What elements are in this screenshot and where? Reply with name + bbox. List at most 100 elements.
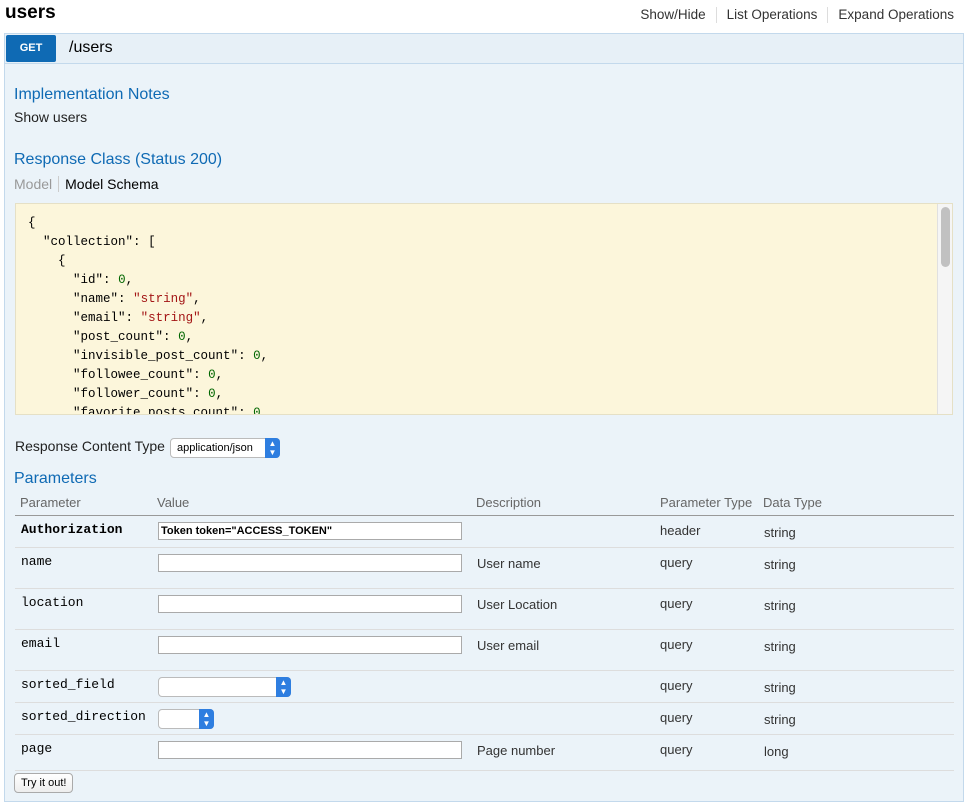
schema-value: 0 — [253, 349, 261, 363]
parameter-row: email User email query string — [15, 630, 954, 671]
schema-key: favorite_posts_count — [80, 406, 231, 415]
parameter-name: name — [21, 554, 53, 569]
parameter-data-type: string — [764, 598, 796, 613]
expand-operations-link[interactable]: Expand Operations — [827, 7, 954, 23]
parameter-description: User name — [477, 556, 541, 571]
parameters-table-header: Parameter Value Description Parameter Ty… — [15, 490, 954, 516]
schema-value: 0 — [118, 273, 126, 287]
parameter-description: User Location — [477, 597, 558, 612]
schema-line: "email": "string", — [73, 311, 209, 325]
parameter-description: Page number — [477, 743, 556, 758]
select-arrows-icon: ▲ ▼ — [199, 709, 214, 729]
parameter-description: User email — [477, 638, 540, 653]
response-class-heading: Response Class (Status 200) — [14, 151, 223, 168]
schema-value: 0 — [208, 368, 216, 382]
schema-line: "favorite_posts_count": 0, — [28, 404, 940, 415]
column-parameter: Parameter — [20, 495, 81, 510]
schema-line: "post_count": 0, — [73, 330, 194, 344]
select-arrows-icon: ▲ ▼ — [265, 438, 280, 458]
operation-header[interactable]: GET /users — [4, 33, 964, 63]
schema-key: followee_count — [80, 368, 186, 382]
schema-value: 0 — [178, 330, 186, 344]
schema-line: "collection": [ — [43, 235, 156, 249]
schema-line: "followee_count": 0, — [73, 368, 224, 382]
parameter-name: sorted_direction — [21, 709, 146, 724]
parameter-name: location — [21, 595, 84, 610]
response-content-type-value: application/json — [177, 442, 253, 454]
parameter-row: Authorization Token token="ACCESS_TOKEN" h… — [15, 516, 954, 548]
parameter-value-input[interactable]: Token token="ACCESS_TOKEN" — [158, 522, 462, 540]
parameter-name: email — [21, 636, 61, 651]
parameter-type: query — [660, 596, 693, 611]
parameter-data-type: string — [764, 680, 796, 695]
schema-line: "follower_count": 0, — [73, 387, 224, 401]
parameter-value-input[interactable] — [158, 595, 462, 613]
column-value: Value — [157, 495, 190, 510]
parameter-name: page — [21, 741, 53, 756]
model-tabs: Model Model Schema — [14, 176, 165, 192]
parameter-data-type: string — [764, 525, 796, 540]
tab-model[interactable]: Model — [14, 176, 60, 192]
parameter-value-input[interactable] — [158, 636, 462, 654]
parameter-data-type: long — [764, 744, 789, 759]
parameter-type: query — [660, 742, 693, 757]
parameter-type: query — [660, 637, 693, 652]
parameter-name: sorted_field — [21, 677, 115, 692]
schema-key: post_count — [80, 330, 156, 344]
schema-line: "name": "string", — [73, 292, 201, 306]
schema-scrollbar[interactable] — [937, 204, 952, 414]
schema-value: { — [58, 254, 66, 268]
column-description: Description — [476, 495, 542, 510]
schema-value: "string" — [140, 311, 201, 325]
schema-scroll-thumb[interactable] — [941, 207, 950, 267]
resource-links: Show/Hide List Operations Expand Operati… — [630, 7, 954, 23]
schema-value: "string" — [133, 292, 194, 306]
parameter-data-type: string — [764, 557, 796, 572]
parameter-row: name User name query string — [15, 548, 954, 589]
parameter-row: location User Location query string — [15, 589, 954, 630]
tab-model-schema[interactable]: Model Schema — [59, 176, 164, 192]
response-content-type-select[interactable]: application/json ▲ ▼ — [170, 438, 280, 458]
schema-value: 0 — [253, 406, 261, 415]
schema-line: { — [28, 214, 940, 233]
schema-key: collection — [50, 235, 126, 249]
schema-json: { "collection": [ { "id": 0, "name": "st… — [16, 204, 952, 415]
schema-line: { — [28, 252, 940, 271]
parameter-row: sorted_direction ▲ ▼ query string — [15, 703, 954, 735]
schema-key: invisible_post_count — [80, 349, 231, 363]
try-it-out-button[interactable]: Try it out! — [14, 773, 74, 793]
implementation-notes-text: Show users — [14, 109, 88, 125]
implementation-notes-heading: Implementation Notes — [14, 86, 170, 103]
parameters-rows: Authorization Token token="ACCESS_TOKEN" h… — [15, 516, 954, 771]
parameter-row: sorted_field ▲ ▼ query string — [15, 671, 954, 703]
schema-key: follower_count — [80, 387, 186, 401]
parameter-type: header — [660, 523, 701, 538]
model-schema-box: { "collection": [ { "id": 0, "name": "st… — [15, 203, 953, 415]
column-data-type: Data Type — [763, 495, 823, 510]
show-hide-link[interactable]: Show/Hide — [630, 7, 715, 23]
http-method-badge[interactable]: GET — [6, 35, 56, 62]
parameter-value-select[interactable]: ▲ ▼ — [158, 677, 291, 697]
schema-value: [ — [148, 235, 156, 249]
parameter-value-input[interactable] — [158, 741, 462, 759]
parameter-data-type: string — [764, 639, 796, 654]
schema-value: 0 — [208, 387, 216, 401]
schema-key: name — [80, 292, 111, 306]
parameter-value-select[interactable]: ▲ ▼ — [158, 709, 214, 729]
parameter-type: query — [660, 555, 693, 570]
parameter-value-input[interactable] — [158, 554, 462, 572]
schema-key: id — [80, 273, 96, 287]
schema-line: "invisible_post_count": 0, — [73, 349, 269, 363]
response-content-type-label: Response Content Type — [15, 438, 165, 454]
column-parameter-type: Parameter Type — [660, 495, 753, 510]
resource-title[interactable]: users — [5, 2, 56, 24]
schema-line: "id": 0, — [73, 273, 134, 287]
parameter-data-type: string — [764, 712, 796, 727]
parameter-type: query — [660, 710, 693, 725]
schema-value: { — [28, 216, 36, 230]
parameter-type: query — [660, 678, 693, 693]
parameters-table: Parameter Value Description Parameter Ty… — [15, 490, 954, 771]
operation-path[interactable]: /users — [69, 39, 113, 57]
parameter-name: Authorization — [21, 522, 123, 537]
list-operations-link[interactable]: List Operations — [715, 7, 828, 23]
